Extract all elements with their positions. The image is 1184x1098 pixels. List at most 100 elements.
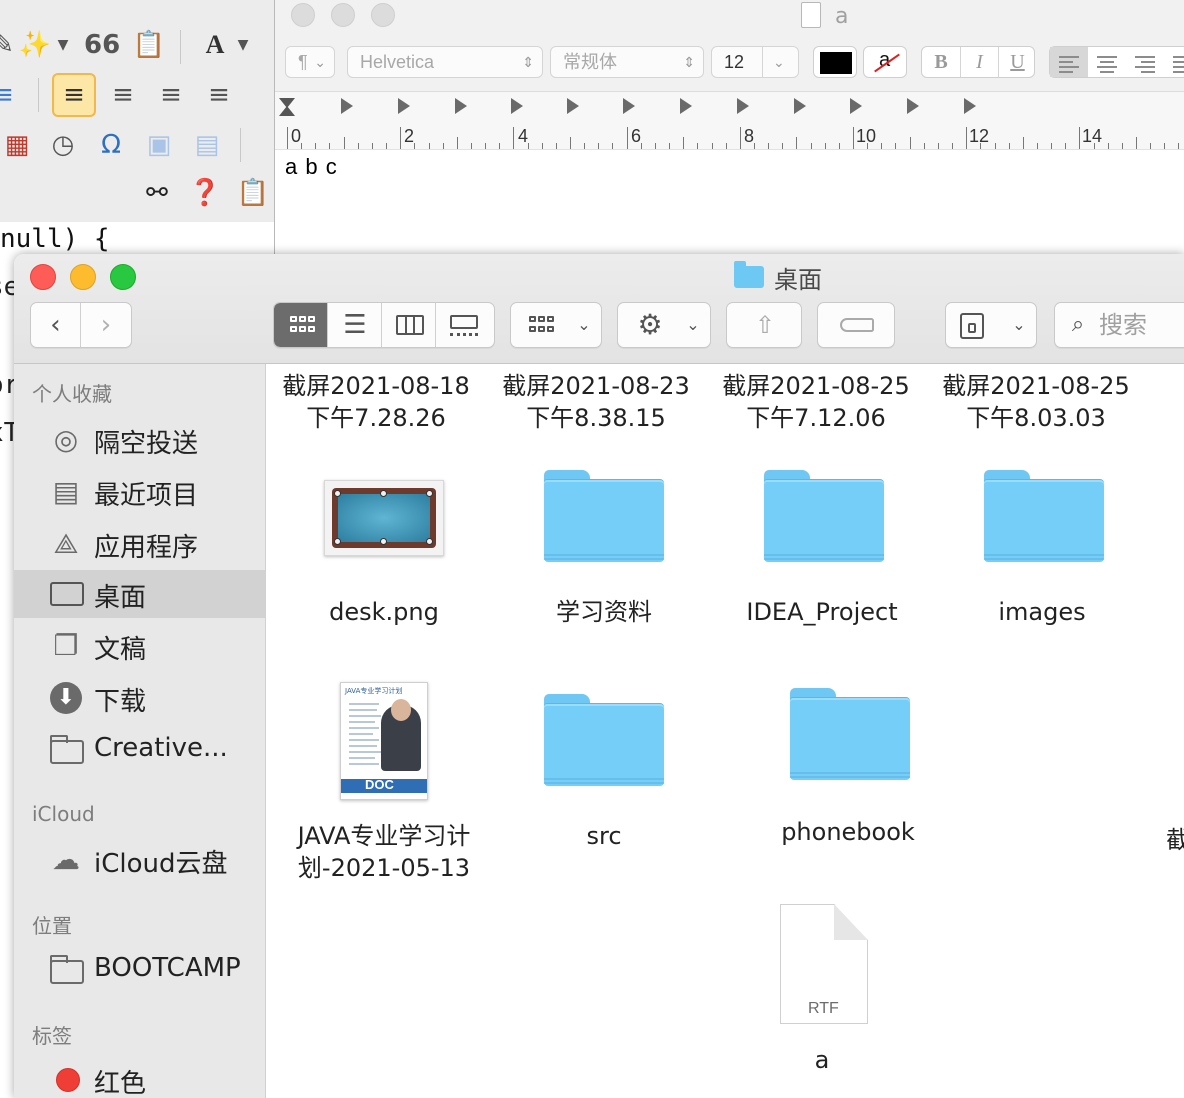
quote-icon[interactable]: 66 bbox=[84, 30, 120, 60]
updown-icon: ⇕ bbox=[522, 54, 534, 70]
ruler-tick bbox=[895, 143, 897, 149]
align-justify-icon[interactable]: ≡ bbox=[202, 80, 236, 110]
chevron-down-icon[interactable]: ▼ bbox=[46, 30, 80, 60]
icon-view-button[interactable] bbox=[274, 303, 328, 347]
sidebar-item-icloud-drive[interactable]: ☁ iCloud云盘 bbox=[14, 836, 265, 884]
tab-stop[interactable] bbox=[567, 98, 579, 114]
list-view-button[interactable]: ☰ bbox=[328, 303, 382, 347]
clock-icon[interactable]: ◷ bbox=[46, 130, 80, 160]
background-color-well[interactable]: a bbox=[863, 46, 907, 78]
window-title: 桌面 bbox=[774, 266, 822, 294]
align-center-icon[interactable]: ≡ bbox=[106, 80, 140, 110]
justify-button[interactable] bbox=[1164, 47, 1184, 77]
font-size-combo[interactable]: 12 ⌄ bbox=[711, 46, 799, 78]
brush-icon[interactable]: ✎ bbox=[0, 30, 20, 60]
gallery-view-button[interactable] bbox=[436, 303, 490, 347]
sidebar-item-applications[interactable]: ⟁ 应用程序 bbox=[14, 520, 265, 568]
tab-stop[interactable] bbox=[907, 98, 919, 114]
ruler-tick bbox=[485, 143, 487, 149]
file-label-line2: 下午7.28.26 bbox=[306, 404, 446, 432]
drive-popup[interactable]: ⌄ bbox=[945, 302, 1037, 348]
ruler-tick bbox=[753, 143, 755, 149]
ruler-tick bbox=[810, 143, 812, 149]
sidebar-item-creative[interactable]: Creative... bbox=[14, 726, 265, 774]
file-item-screenshot-1[interactable]: 截屏2021-08-18 下午7.28.26 bbox=[266, 370, 486, 434]
chevron-down-icon[interactable]: ▼ bbox=[226, 30, 260, 60]
share-button[interactable]: ⇧ bbox=[726, 302, 802, 348]
file-item-screenshot-4[interactable]: 截屏2021-08-25 下午8.03.03 bbox=[926, 370, 1146, 434]
minimize-button[interactable] bbox=[70, 264, 96, 290]
tab-stop[interactable] bbox=[680, 98, 692, 114]
tab-stop[interactable] bbox=[964, 98, 976, 114]
italic-button[interactable]: I bbox=[960, 47, 998, 77]
zoom-button[interactable] bbox=[110, 264, 136, 290]
ruler-tick bbox=[612, 143, 614, 149]
tab-stop[interactable] bbox=[737, 98, 749, 114]
file-label: desk.png bbox=[329, 598, 439, 626]
text-color-well[interactable] bbox=[813, 46, 857, 78]
close-button[interactable] bbox=[30, 264, 56, 290]
align-right-button[interactable] bbox=[1126, 47, 1164, 77]
search-placeholder: 搜索 bbox=[1099, 311, 1147, 339]
sidebar-item-bootcamp[interactable]: BOOTCAMP bbox=[14, 946, 265, 994]
align-right-icon[interactable]: ≡ bbox=[154, 80, 188, 110]
ruler[interactable]: 0 2 4 6 8 10 12 14 bbox=[275, 92, 1184, 150]
doc-header-text: JAVA专业学习计划 bbox=[345, 687, 403, 695]
binoculars-icon[interactable]: ⚯ bbox=[140, 178, 174, 208]
tab-stop[interactable] bbox=[623, 98, 635, 114]
file-label-line1: 截屏2021-08-23 bbox=[502, 372, 690, 400]
ruler-tick bbox=[923, 143, 925, 149]
sidebar-item-desktop[interactable]: 桌面 bbox=[14, 570, 265, 618]
sidebar-item-airdrop[interactable]: ◎ 隔空投送 bbox=[14, 416, 265, 464]
align-left-button[interactable] bbox=[1050, 47, 1088, 77]
align-center-button[interactable] bbox=[1088, 47, 1126, 77]
file-item-screenshot-3[interactable]: 截屏2021-08-25 下午7.12.06 bbox=[706, 370, 926, 434]
back-button[interactable]: ‹ bbox=[31, 303, 81, 347]
sidebar-item-tag-red[interactable]: 红色 bbox=[14, 1056, 265, 1098]
action-popup[interactable]: ⚙ ⌄ bbox=[617, 302, 711, 348]
font-style-popup[interactable]: 常规体 ⇕ bbox=[550, 46, 704, 78]
forward-button[interactable]: › bbox=[81, 303, 131, 347]
minimize-button[interactable] bbox=[331, 3, 355, 27]
sidebar-item-documents[interactable]: ❐ 文稿 bbox=[14, 622, 265, 670]
tab-stop[interactable] bbox=[850, 98, 862, 114]
document-text[interactable]: a b c bbox=[285, 154, 338, 180]
zoom-button[interactable] bbox=[371, 3, 395, 27]
underline-button[interactable]: U bbox=[998, 47, 1036, 77]
clipboard-icon[interactable]: 📋 bbox=[236, 178, 270, 208]
tags-button[interactable] bbox=[817, 302, 895, 348]
search-field[interactable]: ⌕ 搜索 bbox=[1054, 302, 1184, 348]
tab-stop[interactable] bbox=[455, 98, 467, 114]
close-button[interactable] bbox=[291, 3, 315, 27]
left-indent-marker[interactable] bbox=[279, 106, 295, 116]
group-by-popup[interactable]: ⌄ bbox=[510, 302, 602, 348]
tab-stop[interactable] bbox=[794, 98, 806, 114]
calendar-icon[interactable]: ▦ bbox=[0, 130, 34, 160]
ruler-tick bbox=[301, 143, 303, 149]
insert-image-icon[interactable]: ▣ bbox=[142, 130, 176, 160]
ide-window: ✎ ✨ ▼ 66 📋 A ▼ ≡ ≡ ≡ ≡ ≡ ▦ ◷ Ω ▣ ▤ ⚯ ❓ 📋… bbox=[0, 0, 276, 260]
font-family-popup[interactable]: Helvetica ⇕ bbox=[347, 46, 543, 78]
sidebar-item-downloads[interactable]: ⬇ 下载 bbox=[14, 674, 265, 722]
ruler-number: 12 bbox=[969, 126, 990, 146]
file-label: images bbox=[998, 598, 1086, 626]
bold-button[interactable]: B bbox=[922, 47, 960, 77]
airdrop-icon: ◎ bbox=[53, 423, 79, 456]
help-icon[interactable]: ❓ bbox=[188, 178, 222, 208]
paste-text-icon[interactable]: 📋 bbox=[132, 30, 166, 60]
omega-icon[interactable]: Ω bbox=[94, 130, 128, 160]
insert-word-icon[interactable]: ▤ bbox=[190, 130, 224, 160]
column-view-button[interactable] bbox=[382, 303, 436, 347]
sidebar-item-recents[interactable]: ▤ 最近项目 bbox=[14, 468, 265, 516]
text-style-buttons: B I U bbox=[921, 46, 1035, 78]
downloads-icon: ⬇ bbox=[48, 682, 84, 714]
indent-icon[interactable]: ≡ bbox=[0, 80, 20, 110]
tab-stop[interactable] bbox=[511, 98, 523, 114]
partial-file-label[interactable]: 截 bbox=[1166, 820, 1184, 855]
file-item-screenshot-2[interactable]: 截屏2021-08-23 下午8.38.15 bbox=[486, 370, 706, 434]
paragraph-style-popup[interactable]: ¶ ⌄ bbox=[285, 46, 335, 78]
align-left-icon: ≡ bbox=[63, 80, 85, 110]
tab-stop[interactable] bbox=[398, 98, 410, 114]
tab-stop[interactable] bbox=[341, 98, 353, 114]
ruler-tick bbox=[400, 127, 402, 149]
